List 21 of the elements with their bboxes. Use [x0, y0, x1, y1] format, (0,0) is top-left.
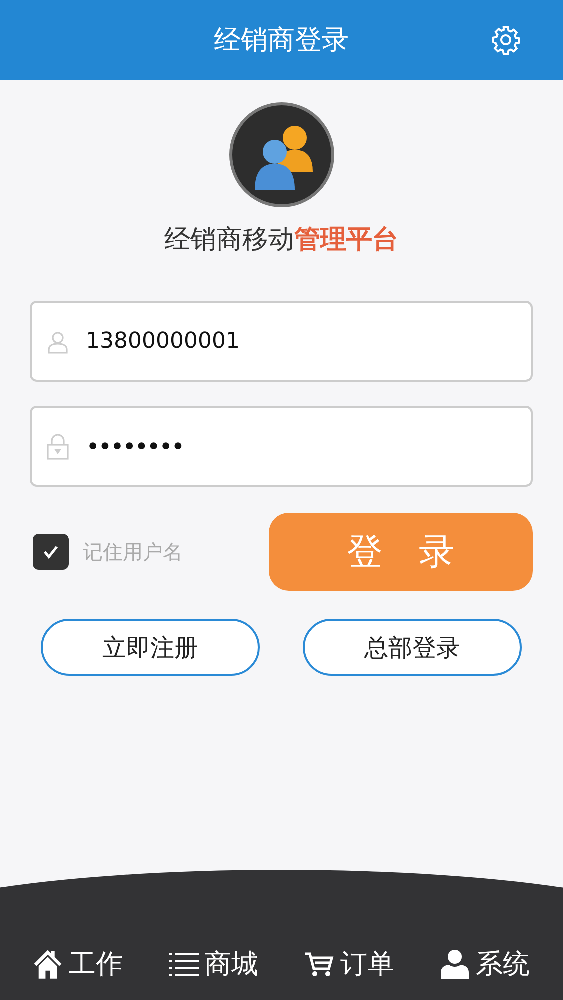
username-value: 13800000001 — [86, 329, 241, 354]
remember-checkbox[interactable] — [33, 534, 69, 570]
nav-item[interactable]: 商城 — [168, 946, 259, 982]
person-icon — [440, 949, 470, 979]
house-icon — [32, 948, 63, 980]
lock-icon — [46, 434, 70, 460]
nav-item[interactable]: 订单 — [304, 946, 394, 982]
nav-item[interactable]: 工作 — [32, 946, 123, 982]
page-title: 经销商登录 — [214, 24, 349, 58]
platform-title: 经销商移动管理平台 — [164, 224, 398, 257]
username-field[interactable]: 13800000001 — [30, 301, 533, 382]
password-value: •••••••• — [86, 432, 184, 460]
users-avatar-icon — [228, 102, 334, 208]
remember-label: 记住用户名 — [83, 538, 183, 566]
password-field[interactable]: •••••••• — [30, 406, 533, 487]
cart-icon — [304, 951, 334, 977]
outline-button[interactable]: 立即注册 — [41, 619, 260, 676]
settings-icon[interactable] — [491, 25, 521, 55]
list-icon — [168, 951, 199, 977]
outline-button[interactable]: 总部登录 — [303, 619, 522, 676]
nav-item[interactable]: 系统 — [440, 946, 530, 982]
